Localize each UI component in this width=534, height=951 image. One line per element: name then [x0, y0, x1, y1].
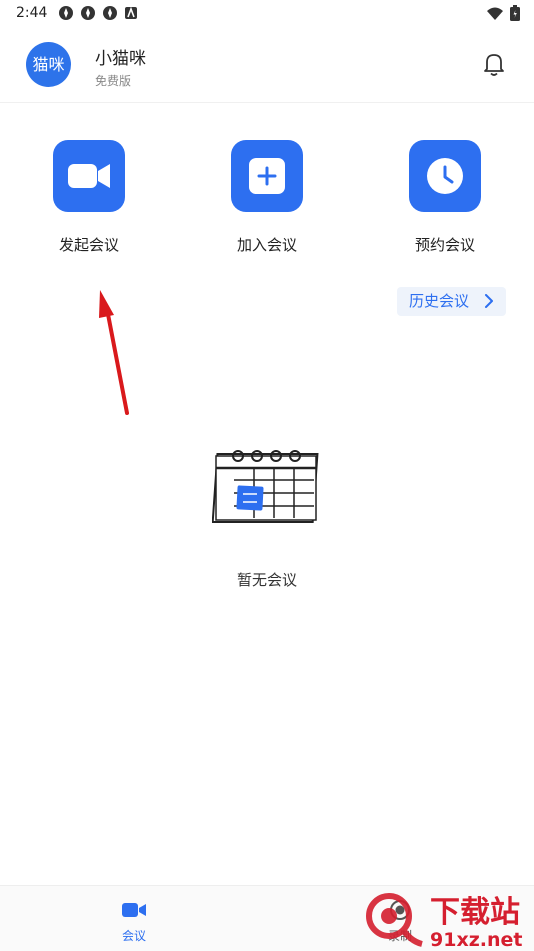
tab-meetings[interactable]: 会议	[64, 886, 204, 951]
schedule-meeting-label: 预约会议	[414, 236, 475, 254]
status-notification-icons	[58, 5, 140, 21]
watermark-url: 91xz.net	[430, 929, 522, 950]
plan-label: 免费版	[95, 74, 132, 88]
video-camera-icon	[122, 903, 146, 917]
status-bar: 2:44	[0, 0, 534, 28]
empty-state-text: 暂无会议	[236, 571, 297, 589]
history-meetings-label: 历史会议	[409, 292, 470, 310]
bell-icon[interactable]	[480, 50, 508, 78]
battery-icon	[510, 5, 520, 25]
notification-icon	[80, 5, 96, 21]
schedule-meeting-button[interactable]: 预约会议	[390, 140, 500, 255]
plus-icon	[249, 158, 285, 194]
video-camera-icon	[68, 164, 110, 188]
clock-icon	[427, 158, 463, 194]
annotation-arrow	[99, 290, 129, 415]
watermark-logo: 下载站 91xz.net	[366, 893, 522, 950]
status-time: 2:44	[16, 5, 48, 21]
status-system-icons	[486, 5, 520, 25]
profile-header: 猫咪 小猫咪 免费版	[0, 28, 534, 103]
tab-meetings-label: 会议	[121, 929, 146, 943]
start-meeting-tile[interactable]	[53, 140, 125, 212]
chevron-right-icon	[485, 294, 493, 308]
join-meeting-label: 加入会议	[236, 236, 297, 254]
start-meeting-button[interactable]: 发起会议	[34, 140, 144, 255]
history-meetings-button[interactable]: 历史会议	[397, 287, 506, 316]
start-meeting-label: 发起会议	[58, 236, 119, 254]
join-meeting-button[interactable]: 加入会议	[212, 140, 322, 255]
calendar-illustration	[212, 450, 319, 523]
notification-icon	[58, 5, 74, 21]
username: 小猫咪	[95, 49, 146, 69]
wifi-icon	[486, 6, 504, 25]
notification-icon	[102, 5, 118, 21]
schedule-meeting-tile[interactable]	[409, 140, 481, 212]
notification-icon	[124, 5, 140, 21]
avatar[interactable]: 猫咪	[26, 42, 71, 87]
join-meeting-tile[interactable]	[231, 140, 303, 212]
watermark-title: 下载站	[430, 895, 520, 930]
